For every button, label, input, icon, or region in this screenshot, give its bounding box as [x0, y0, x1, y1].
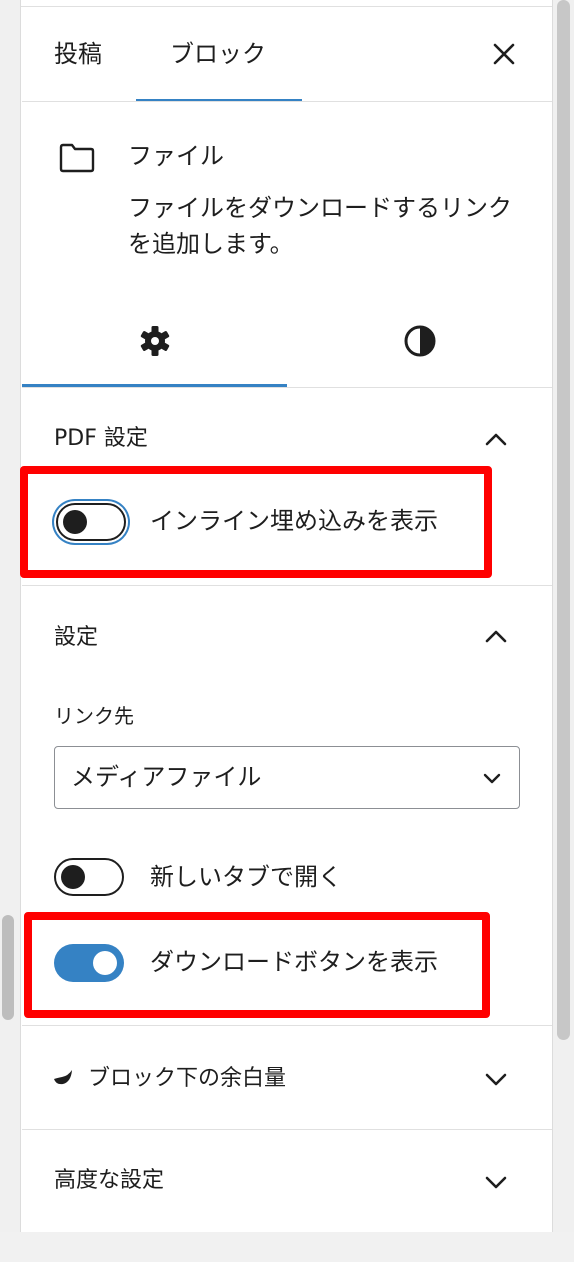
chevron-down-icon [483, 773, 501, 784]
right-scrollbar[interactable] [557, 0, 570, 1040]
spacing-section-divider [22, 1129, 552, 1130]
left-gutter [0, 0, 21, 1262]
subtab-divider [22, 387, 552, 388]
left-scrollbar[interactable] [2, 915, 14, 1020]
block-description: ファイルをダウンロードするリンクを追加します。 [128, 194, 512, 258]
settings-title[interactable]: 設定 [54, 623, 98, 653]
toggle-knob [63, 510, 87, 534]
leaf-icon [54, 1070, 72, 1085]
new-tab-label: 新しいタブで開く [150, 863, 342, 891]
advanced-settings-title[interactable]: 高度な設定 [54, 1166, 164, 1196]
folder-icon [59, 143, 95, 173]
new-tab-toggle[interactable] [54, 858, 124, 896]
download-button-toggle[interactable] [54, 944, 124, 982]
gear-icon[interactable] [138, 324, 172, 358]
block-settings-sidebar: 投稿 ブロック ファイル ファイルをダウンロードするリンクを追加します。 PDF… [20, 7, 552, 1232]
block-title: ファイル [128, 142, 224, 170]
tab-post[interactable]: 投稿 [54, 39, 102, 69]
bottom-spacing-title[interactable]: ブロック下の余白量 [88, 1064, 286, 1094]
chevron-up-icon[interactable] [484, 432, 508, 446]
inline-embed-toggle[interactable] [56, 503, 126, 541]
tab-block[interactable]: ブロック [170, 39, 266, 69]
link-to-value: メディアファイル [71, 763, 262, 791]
chevron-up-icon[interactable] [484, 629, 508, 643]
chevron-down-icon[interactable] [484, 1073, 508, 1087]
close-icon[interactable] [491, 41, 517, 67]
link-to-select[interactable]: メディアファイル [54, 746, 520, 809]
chevron-down-icon[interactable] [484, 1176, 508, 1190]
settings-section-divider [22, 1025, 552, 1026]
pdf-section-divider [22, 585, 552, 586]
toggle-knob [93, 951, 117, 975]
contrast-icon[interactable] [403, 324, 437, 358]
inline-embed-label: インライン埋め込みを表示 [150, 507, 438, 535]
link-to-label: リンク先 [54, 704, 134, 728]
bottom-bar [0, 1232, 574, 1262]
header-divider [22, 101, 552, 102]
toggle-knob [61, 865, 85, 889]
download-button-label: ダウンロードボタンを表示 [150, 948, 438, 976]
pdf-settings-title[interactable]: PDF 設定 [54, 424, 148, 454]
